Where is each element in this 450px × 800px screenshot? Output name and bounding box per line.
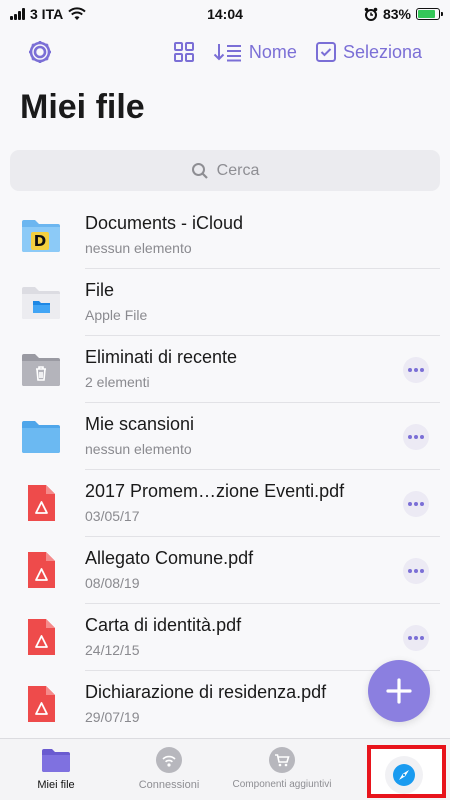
checkbox-icon (315, 42, 336, 62)
list-item[interactable]: Mie scansioni nessun elemento (0, 403, 450, 470)
item-subtitle: nessun elemento (85, 441, 192, 457)
compass-icon (393, 764, 415, 786)
sort-label: Nome (248, 41, 297, 62)
trash-folder-icon (22, 354, 60, 386)
folder-icon (22, 421, 60, 453)
item-title: Carta di identità.pdf (85, 615, 242, 635)
cart-icon (269, 747, 295, 773)
list-item[interactable]: Eliminati di recente 2 elementi (0, 336, 450, 403)
item-subtitle: 2 elementi (85, 374, 150, 390)
item-title: Documents - iCloud (85, 213, 244, 233)
item-subtitle: 24/12/15 (85, 642, 140, 658)
item-title: Eliminati di recente (85, 347, 238, 367)
pdf-icon (28, 619, 55, 655)
apple-files-folder-icon (22, 287, 60, 319)
list-item[interactable]: File Apple File (0, 269, 450, 336)
item-subtitle: Apple File (85, 307, 148, 323)
wifi-icon (156, 747, 182, 773)
svg-text:D: D (34, 232, 46, 250)
carrier-label: 3 ITA (30, 6, 64, 22)
search-icon (191, 162, 208, 179)
item-subtitle: nessun elemento (85, 240, 192, 256)
list-item[interactable]: 2017 Promem…zione Eventi.pdf 03/05/17 (0, 470, 450, 537)
toolbar: Nome Seleziona (0, 32, 450, 72)
browser-button[interactable] (367, 745, 446, 798)
plus-icon (386, 678, 412, 704)
list-item[interactable]: D Documents - iCloud nessun elemento (0, 202, 450, 269)
battery-percent: 83% (382, 6, 411, 22)
folder-icon (42, 749, 70, 772)
signal-icon (10, 8, 25, 20)
page-title: Miei file (20, 88, 145, 126)
file-list: D Documents - iCloud nessun elemento Fil… (0, 202, 450, 738)
sort-icon (213, 44, 241, 62)
item-title: File (85, 280, 115, 300)
sort-button[interactable]: Nome (213, 42, 297, 63)
pdf-icon (28, 485, 55, 521)
item-subtitle: 29/07/19 (85, 709, 140, 725)
alarm-icon (364, 7, 378, 21)
item-title: Dichiarazione di residenza.pdf (85, 682, 327, 702)
tab-connections[interactable]: Connessioni (128, 747, 210, 791)
item-subtitle: 03/05/17 (85, 508, 140, 524)
more-options-button[interactable] (403, 357, 429, 383)
more-options-button[interactable] (403, 491, 429, 517)
select-button[interactable]: Seleziona (315, 41, 422, 63)
status-bar: 3 ITA 14:04 83% (0, 0, 450, 28)
pdf-icon (28, 552, 55, 588)
more-options-button[interactable] (403, 558, 429, 584)
item-title: 2017 Promem…zione Eventi.pdf (85, 481, 345, 501)
gear-icon[interactable] (26, 38, 54, 66)
item-title: Mie scansioni (85, 414, 195, 434)
wifi-icon (68, 7, 86, 20)
item-title: Allegato Comune.pdf (85, 548, 254, 568)
icloud-folder-icon: D (22, 220, 60, 252)
select-label: Seleziona (342, 41, 422, 62)
battery-icon (416, 8, 443, 20)
tab-label: Connessioni (138, 779, 200, 791)
item-subtitle: 08/08/19 (85, 575, 140, 591)
list-item[interactable]: Carta di identità.pdf 24/12/15 (0, 604, 450, 671)
pdf-icon (28, 686, 55, 722)
grid-view-icon[interactable] (173, 41, 195, 63)
search-placeholder: Cerca (216, 161, 260, 179)
search-input[interactable]: Cerca (10, 150, 440, 191)
tab-addons[interactable]: Componenti aggiuntivi (224, 747, 340, 790)
clock: 14:04 (207, 6, 243, 22)
add-button[interactable] (368, 660, 430, 722)
tab-my-files[interactable]: Miei file (20, 747, 92, 791)
more-options-button[interactable] (403, 625, 429, 651)
tab-label: Miei file (37, 779, 75, 791)
tab-label: Componenti aggiuntivi (232, 779, 332, 790)
more-options-button[interactable] (403, 424, 429, 450)
browser-circle (385, 756, 423, 794)
list-item[interactable]: Allegato Comune.pdf 08/08/19 (0, 537, 450, 604)
